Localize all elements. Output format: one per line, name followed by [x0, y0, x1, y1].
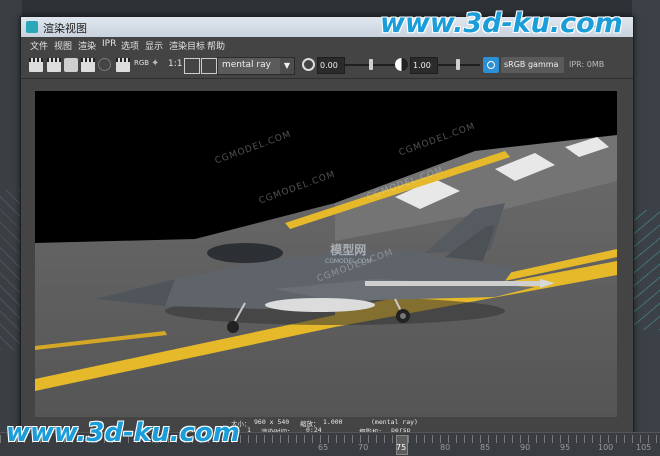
timeline-tick-label: 90: [520, 443, 531, 452]
render-sequence-icon[interactable]: [81, 58, 95, 72]
zoom-value: 1.000: [323, 418, 343, 426]
menu-render[interactable]: 渲染: [78, 39, 96, 52]
render-viewport[interactable]: CGMODEL.COM CGMODEL.COM CGMODEL.COM CGMO…: [35, 91, 617, 417]
real-size-button[interactable]: 1:1: [168, 59, 182, 69]
menu-bar: 文件 视图 渲染 IPR 选项 显示 渲染目标 帮助: [21, 37, 633, 54]
render-view-icon: [26, 21, 38, 33]
timeline-tick-label: 70: [358, 443, 369, 452]
chevron-down-icon: ▼: [280, 58, 294, 74]
timeline-tick-label: 100: [598, 443, 614, 452]
wireframe-grid: [0, 190, 22, 350]
renderer-select-value: mental ray: [222, 60, 271, 70]
gamma-slider-handle[interactable]: [456, 59, 460, 70]
menu-options[interactable]: 选项: [121, 39, 139, 52]
gamma-field[interactable]: 1.00: [410, 57, 438, 74]
cgmodel-logo-text: 模型网: [330, 243, 367, 257]
exposure-field[interactable]: 0.00: [317, 57, 345, 74]
exposure-icon: [302, 58, 315, 71]
menu-ipr[interactable]: IPR: [102, 39, 116, 49]
gamma-icon: [395, 58, 408, 71]
color-profile-select[interactable]: sRGB gamma: [501, 57, 564, 73]
redo-render-icon[interactable]: [29, 58, 43, 72]
alpha-icon[interactable]: ✦: [151, 58, 165, 72]
timeline-tick-label: 105: [636, 443, 652, 452]
exposure-slider-handle[interactable]: [369, 59, 373, 70]
window-title: 渲染视图: [43, 22, 87, 35]
ipr-memory-label: IPR: 0MB: [569, 60, 605, 69]
exposure-slider[interactable]: [345, 59, 397, 70]
wireframe-grid-right: [632, 210, 660, 330]
timeline-tick-label: 85: [480, 443, 491, 452]
render-region-icon[interactable]: [47, 58, 61, 72]
timeline-tick-label: 80: [440, 443, 451, 452]
menu-help[interactable]: 帮助: [207, 39, 225, 52]
keep-image-icon[interactable]: [184, 58, 200, 74]
cgmodel-logo: 模型网 CGMODEL.COM: [325, 241, 372, 265]
cgmodel-logo-sub: CGMODEL.COM: [325, 258, 372, 265]
gamma-slider[interactable]: [438, 59, 480, 70]
menu-render-target[interactable]: 渲染目标: [169, 39, 205, 52]
snapshot-icon[interactable]: [64, 58, 78, 72]
menu-file[interactable]: 文件: [30, 39, 48, 52]
toolbar: RGB ✦ 1:1 mental ray ▼ 0.00 1.00 sRGB ga…: [21, 54, 633, 79]
size-value: 960 x 540: [254, 418, 290, 426]
site-watermark-bottom: www.3d-ku.com: [6, 418, 240, 448]
renderer-select[interactable]: mental ray ▼: [217, 57, 295, 75]
menu-display[interactable]: 显示: [145, 39, 163, 52]
menu-view[interactable]: 视图: [54, 39, 72, 52]
color-management-icon[interactable]: [483, 57, 499, 73]
timeline-tick-label: 65: [318, 443, 329, 452]
renderer-value: (mental ray): [371, 418, 418, 426]
remove-image-icon[interactable]: [201, 58, 217, 74]
rgb-channel-button[interactable]: RGB: [134, 59, 149, 67]
refresh-icon[interactable]: [116, 58, 130, 72]
render-view-window: 渲染视图 — ✕ 文件 视图 渲染 IPR 选项 显示 渲染目标 帮助 RGB …: [20, 16, 634, 436]
site-watermark-top: www.3d-ku.com: [380, 8, 623, 39]
timeline-tick-label: 95: [560, 443, 571, 452]
ipr-icon[interactable]: [98, 58, 111, 71]
timeline-current-label: 75: [396, 443, 407, 452]
